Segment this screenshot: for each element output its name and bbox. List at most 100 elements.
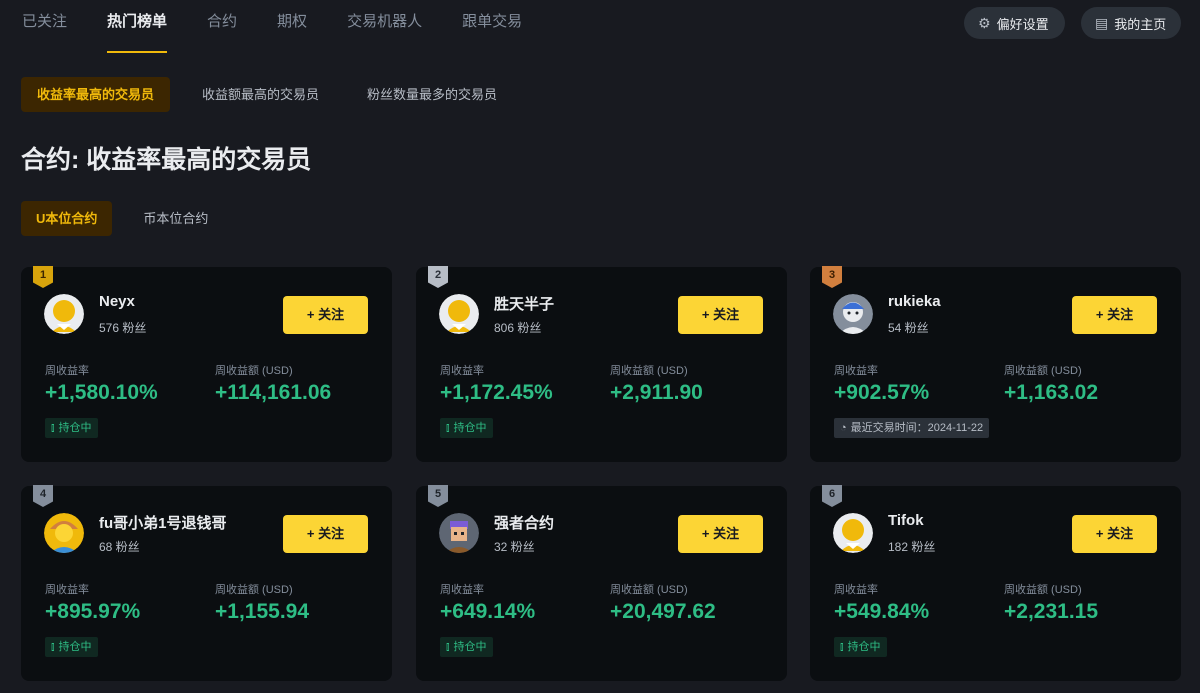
tab-usdm-futures[interactable]: U本位合约 bbox=[21, 201, 113, 236]
filter-most-followers[interactable]: 粉丝数量最多的交易员 bbox=[351, 77, 513, 112]
preferences-label: 偏好设置 bbox=[996, 16, 1049, 32]
weekly-pnl-label: 周收益额 (USD) bbox=[1004, 365, 1082, 377]
status-text: 持仓中 bbox=[847, 641, 881, 653]
avatar[interactable] bbox=[44, 294, 84, 334]
follow-button[interactable]: + 关注 bbox=[1072, 515, 1157, 553]
avatar[interactable] bbox=[439, 294, 479, 334]
weekly-roi-label: 周收益率 bbox=[440, 584, 484, 596]
status-text: 持仓中 bbox=[453, 641, 487, 653]
weekly-pnl-value: +2,911.90 bbox=[610, 381, 703, 404]
trader-card[interactable]: 3 rukieka 54 粉丝 + 关注 周收益率 周收益额 (USD) +90… bbox=[810, 266, 1181, 462]
rank-badge: 4 bbox=[33, 485, 53, 507]
weekly-roi-value: +649.14% bbox=[440, 600, 536, 623]
weekly-roi-label: 周收益率 bbox=[45, 584, 89, 596]
weekly-roi-label: 周收益率 bbox=[440, 365, 484, 377]
clock-icon: ◔ bbox=[840, 422, 847, 434]
tab-trading-bots[interactable]: 交易机器人 bbox=[347, 0, 422, 52]
follower-count: 32 粉丝 bbox=[494, 540, 535, 554]
weekly-pnl-label: 周收益额 (USD) bbox=[215, 365, 293, 377]
weekly-roi-value: +1,172.45% bbox=[440, 381, 553, 404]
rank-badge: 5 bbox=[428, 485, 448, 507]
rank-badge: 3 bbox=[822, 266, 842, 288]
candlestick-icon: ⫾ bbox=[51, 641, 55, 653]
candlestick-icon: ⫾ bbox=[446, 641, 450, 653]
rank-badge: 2 bbox=[428, 266, 448, 288]
follower-count: 54 粉丝 bbox=[888, 321, 929, 335]
last-trade-badge: ◔ 最近交易时间：2024-11-22 bbox=[834, 418, 990, 438]
avatar[interactable] bbox=[833, 513, 873, 553]
weekly-pnl-label: 周收益额 (USD) bbox=[1004, 584, 1082, 596]
weekly-roi-label: 周收益率 bbox=[834, 365, 878, 377]
follower-count: 806 粉丝 bbox=[494, 321, 542, 335]
trader-name[interactable]: 胜天半子 bbox=[494, 293, 554, 314]
tab-coinm-futures[interactable]: 币本位合约 bbox=[128, 201, 223, 236]
trader-card[interactable]: 1 Neyx 576 粉丝 + 关注 周收益率 周收益额 (USD) +1,58… bbox=[21, 266, 392, 462]
follow-button[interactable]: + 关注 bbox=[283, 515, 368, 553]
weekly-roi-value: +895.97% bbox=[45, 600, 141, 623]
status-badge: ⫾ 持仓中 bbox=[440, 418, 493, 438]
main-tabs: 已关注 热门榜单 合约 期权 交易机器人 跟单交易 bbox=[22, 0, 562, 53]
weekly-pnl-value: +2,231.15 bbox=[1004, 600, 1099, 623]
trader-name[interactable]: Tifok bbox=[888, 512, 924, 529]
weekly-pnl-label: 周收益额 (USD) bbox=[610, 584, 688, 596]
follower-count: 576 粉丝 bbox=[99, 321, 147, 335]
weekly-pnl-value: +114,161.06 bbox=[215, 381, 332, 404]
weekly-pnl-value: +20,497.62 bbox=[610, 600, 716, 623]
candlestick-icon: ⫾ bbox=[446, 422, 450, 434]
top-navigation: 已关注 热门榜单 合约 期权 交易机器人 跟单交易 ⚙ 偏好设置 ▤ 我的主页 bbox=[0, 0, 1200, 53]
page-title: 合约: 收益率最高的交易员 bbox=[21, 146, 312, 174]
status-text: 持仓中 bbox=[58, 641, 92, 653]
profile-card-icon: ▤ bbox=[1095, 14, 1109, 31]
gear-icon: ⚙ bbox=[978, 14, 991, 31]
candlestick-icon: ⫾ bbox=[840, 641, 844, 653]
follow-button[interactable]: + 关注 bbox=[283, 296, 368, 334]
weekly-roi-value: +1,580.10% bbox=[45, 381, 158, 404]
follower-count: 182 粉丝 bbox=[888, 540, 936, 554]
follower-count: 68 粉丝 bbox=[99, 540, 140, 554]
trader-name[interactable]: Neyx bbox=[99, 293, 135, 310]
status-badge: ⫾ 持仓中 bbox=[834, 637, 887, 657]
status-badge: ⫾ 持仓中 bbox=[440, 637, 493, 657]
rank-badge: 6 bbox=[822, 485, 842, 507]
ranking-filters: 收益率最高的交易员 收益额最高的交易员 粉丝数量最多的交易员 bbox=[21, 77, 513, 112]
candlestick-icon: ⫾ bbox=[51, 422, 55, 434]
avatar[interactable] bbox=[833, 294, 873, 334]
trader-name[interactable]: fu哥小弟1号退钱哥 bbox=[99, 512, 227, 533]
homepage-label: 我的主页 bbox=[1114, 16, 1167, 32]
status-text: 最近交易时间：2024-11-22 bbox=[850, 422, 984, 434]
weekly-pnl-label: 周收益额 (USD) bbox=[610, 365, 688, 377]
my-homepage-button[interactable]: ▤ 我的主页 bbox=[1081, 7, 1181, 39]
trader-card[interactable]: 5 强者合约 32 粉丝 + 关注 周收益率 周收益额 (USD) +649.1… bbox=[416, 485, 787, 681]
tab-options[interactable]: 期权 bbox=[277, 0, 307, 52]
weekly-roi-value: +902.57% bbox=[834, 381, 930, 404]
weekly-pnl-value: +1,155.94 bbox=[215, 600, 310, 623]
weekly-roi-label: 周收益率 bbox=[834, 584, 878, 596]
avatar[interactable] bbox=[44, 513, 84, 553]
preferences-button[interactable]: ⚙ 偏好设置 bbox=[964, 7, 1065, 39]
weekly-roi-label: 周收益率 bbox=[45, 365, 89, 377]
tab-copy-trading[interactable]: 跟单交易 bbox=[462, 0, 522, 52]
trader-card[interactable]: 6 Tifok 182 粉丝 + 关注 周收益率 周收益额 (USD) +549… bbox=[810, 485, 1181, 681]
filter-top-roi[interactable]: 收益率最高的交易员 bbox=[21, 77, 171, 112]
status-badge: ⫾ 持仓中 bbox=[45, 637, 98, 657]
filter-top-pnl[interactable]: 收益额最高的交易员 bbox=[186, 77, 335, 112]
contract-type-filters: U本位合约 币本位合约 bbox=[21, 201, 223, 236]
trader-card[interactable]: 2 胜天半子 806 粉丝 + 关注 周收益率 周收益额 (USD) +1,17… bbox=[416, 266, 787, 462]
follow-button[interactable]: + 关注 bbox=[678, 515, 763, 553]
status-text: 持仓中 bbox=[58, 422, 92, 434]
trader-card[interactable]: 4 fu哥小弟1号退钱哥 68 粉丝 + 关注 周收益率 周收益额 (USD) … bbox=[21, 485, 392, 681]
trader-name[interactable]: rukieka bbox=[888, 293, 941, 310]
avatar[interactable] bbox=[439, 513, 479, 553]
weekly-pnl-label: 周收益额 (USD) bbox=[215, 584, 293, 596]
weekly-roi-value: +549.84% bbox=[834, 600, 930, 623]
status-badge: ⫾ 持仓中 bbox=[45, 418, 98, 438]
follow-button[interactable]: + 关注 bbox=[1072, 296, 1157, 334]
weekly-pnl-value: +1,163.02 bbox=[1004, 381, 1099, 404]
follow-button[interactable]: + 关注 bbox=[678, 296, 763, 334]
rank-badge: 1 bbox=[33, 266, 53, 288]
tab-futures[interactable]: 合约 bbox=[207, 0, 237, 52]
trader-name[interactable]: 强者合约 bbox=[494, 512, 554, 533]
tab-following[interactable]: 已关注 bbox=[22, 0, 67, 52]
tab-hot-rankings[interactable]: 热门榜单 bbox=[107, 0, 168, 53]
status-text: 持仓中 bbox=[453, 422, 487, 434]
